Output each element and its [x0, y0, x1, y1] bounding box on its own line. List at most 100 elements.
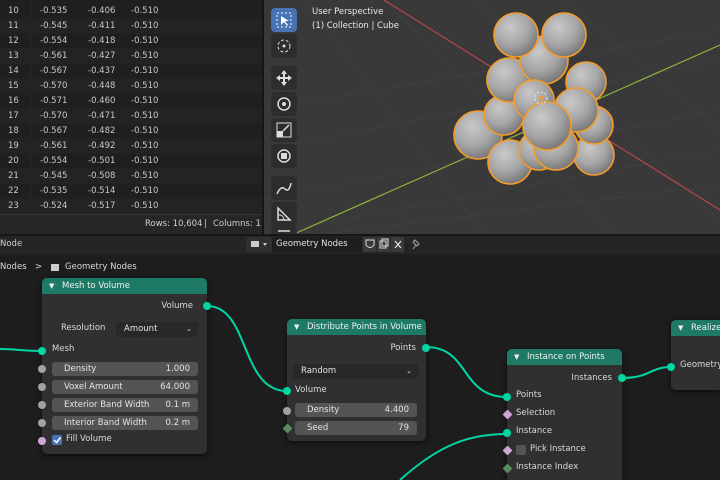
- density-socket[interactable]: [283, 407, 291, 415]
- table-cell: -0.554: [40, 36, 68, 46]
- fill-volume-label: Fill Volume: [66, 434, 112, 444]
- select-box-icon: [276, 12, 292, 28]
- input-mesh-label: Mesh: [52, 344, 75, 354]
- output-points-socket[interactable]: [422, 344, 430, 352]
- input-instance-label: Instance: [516, 426, 553, 436]
- annotate-tool[interactable]: [271, 176, 297, 200]
- rotate-tool[interactable]: [271, 92, 297, 116]
- cursor-tool[interactable]: [271, 34, 297, 58]
- node-header[interactable]: ▼ Realize: [671, 320, 720, 336]
- node-editor-canvas[interactable]: ▼ Mesh to Volume Volume Resolution Amount…: [0, 254, 720, 480]
- row-index: 19: [8, 141, 19, 151]
- distribute-density-value: 4.400: [384, 405, 409, 415]
- sphere-instances[interactable]: [453, 12, 615, 185]
- input-volume-socket[interactable]: [283, 387, 291, 395]
- seed-field[interactable]: Seed 79: [295, 421, 417, 435]
- resolution-value: Amount: [124, 324, 158, 334]
- fake-user-button[interactable]: [362, 237, 376, 252]
- collapse-chevron-icon[interactable]: ▼: [514, 349, 519, 365]
- table-cell: -0.510: [131, 21, 159, 31]
- table-cell: -0.524: [40, 201, 68, 211]
- input-instance-socket[interactable]: [503, 429, 511, 437]
- chevron-down-icon: ⌄: [186, 325, 192, 333]
- seed-label: Seed: [307, 423, 329, 433]
- node-header[interactable]: ▼ Instance on Points: [507, 349, 622, 365]
- input-points-socket[interactable]: [503, 393, 511, 401]
- duplicate-button[interactable]: [376, 237, 390, 252]
- output-volume-socket[interactable]: [203, 302, 211, 310]
- add-cube-tool[interactable]: [271, 226, 297, 234]
- rotate-icon: [277, 97, 291, 111]
- voxel-amount-field[interactable]: Voxel Amount 64.000: [52, 380, 198, 394]
- breadcrumb-parent[interactable]: Nodes: [0, 262, 27, 272]
- table-cell: -0.510: [131, 81, 159, 91]
- interior-band-socket[interactable]: [38, 419, 46, 427]
- node-tree-selector[interactable]: Geometry Nodes: [246, 237, 420, 252]
- table-cell: -0.510: [131, 171, 159, 181]
- breadcrumb-separator: >: [35, 262, 43, 272]
- table-row: 11 -0.545 -0.411 -0.510: [0, 18, 262, 34]
- mesh-to-volume-node[interactable]: ▼ Mesh to Volume Volume Resolution Amount…: [38, 278, 211, 454]
- distribute-points-node[interactable]: ▼ Distribute Points in Volume Points Rand…: [282, 319, 430, 441]
- interior-band-field[interactable]: Interior Band Width 0.2 m: [52, 416, 198, 430]
- table-cell: -0.427: [88, 51, 116, 61]
- measure-icon: [277, 206, 292, 221]
- node-tree-browse-button[interactable]: [246, 237, 272, 252]
- table-cell: -0.510: [131, 141, 159, 151]
- row-index: 11: [8, 21, 19, 31]
- transform-tool[interactable]: [271, 144, 297, 168]
- exterior-band-socket[interactable]: [38, 401, 46, 409]
- close-icon: [394, 240, 402, 249]
- pick-instance-checkbox[interactable]: [516, 445, 526, 455]
- input-geometry-socket[interactable]: [667, 363, 675, 371]
- density-field[interactable]: Density 1.000: [52, 362, 198, 376]
- spreadsheet-footer: Rows: 10,604 | Columns: 1: [0, 214, 262, 234]
- table-row: 19 -0.561 -0.492 -0.510: [0, 138, 262, 154]
- distribute-density-field[interactable]: Density 4.400: [295, 403, 417, 417]
- table-cell: -0.510: [131, 51, 159, 61]
- pin-icon[interactable]: [410, 237, 422, 252]
- resolution-dropdown[interactable]: Amount ⌄: [116, 322, 198, 337]
- collapse-chevron-icon[interactable]: ▼: [294, 319, 299, 335]
- seed-value: 79: [398, 423, 409, 433]
- measure-tool[interactable]: [271, 202, 297, 226]
- spreadsheet-editor[interactable]: 10 -0.535 -0.406 -0.510 11 -0.545 -0.411 -0.510…: [0, 0, 262, 234]
- density-socket[interactable]: [38, 365, 46, 373]
- 3d-viewport[interactable]: User Perspective (1) Collection | Cube: [264, 0, 720, 234]
- table-row: 22 -0.535 -0.514 -0.510: [0, 183, 262, 199]
- collapse-chevron-icon[interactable]: ▼: [678, 320, 683, 336]
- move-tool[interactable]: [271, 66, 297, 90]
- collapse-chevron-icon[interactable]: ▼: [49, 278, 54, 294]
- realize-instances-node[interactable]: ▼ Realize Geometry: [667, 320, 720, 390]
- exterior-band-field[interactable]: Exterior Band Width 0.1 m: [52, 398, 198, 412]
- table-cell: -0.510: [131, 66, 159, 76]
- node-header[interactable]: ▼ Distribute Points in Volume: [287, 319, 426, 335]
- viewport-toolbar: [269, 4, 299, 234]
- node-menu[interactable]: Node: [0, 239, 22, 249]
- table-cell: -0.535: [40, 6, 68, 16]
- instance-on-points-node[interactable]: ▼ Instance on Points Instances Points Sel…: [502, 349, 626, 480]
- table-cell: -0.510: [131, 96, 159, 106]
- voxel-amount-socket[interactable]: [38, 383, 46, 391]
- table-cell: -0.492: [88, 141, 116, 151]
- cursor-icon: [277, 39, 291, 53]
- node-title: Realize: [691, 323, 720, 333]
- node-header[interactable]: ▼ Mesh to Volume: [42, 278, 207, 294]
- distribute-mode-dropdown[interactable]: Random ⌄: [293, 364, 418, 379]
- output-instances-socket[interactable]: [618, 374, 626, 382]
- exterior-band-value: 0.1 m: [165, 400, 191, 410]
- row-index: 18: [8, 126, 19, 136]
- table-cell: -0.570: [40, 81, 68, 91]
- node-tree-name[interactable]: Geometry Nodes: [272, 237, 362, 252]
- fill-volume-socket[interactable]: [38, 437, 46, 445]
- table-cell: -0.510: [131, 186, 159, 196]
- row-index: 22: [8, 186, 19, 196]
- pick-instance-label: Pick Instance: [530, 444, 586, 454]
- fill-volume-checkbox[interactable]: [52, 435, 62, 445]
- table-row: 12 -0.554 -0.418 -0.510: [0, 33, 262, 49]
- unlink-button[interactable]: [390, 237, 404, 252]
- input-mesh-socket[interactable]: [38, 347, 46, 355]
- scale-tool[interactable]: [271, 118, 297, 142]
- select-box-tool[interactable]: [271, 8, 297, 32]
- table-row: 20 -0.554 -0.501 -0.510: [0, 153, 262, 169]
